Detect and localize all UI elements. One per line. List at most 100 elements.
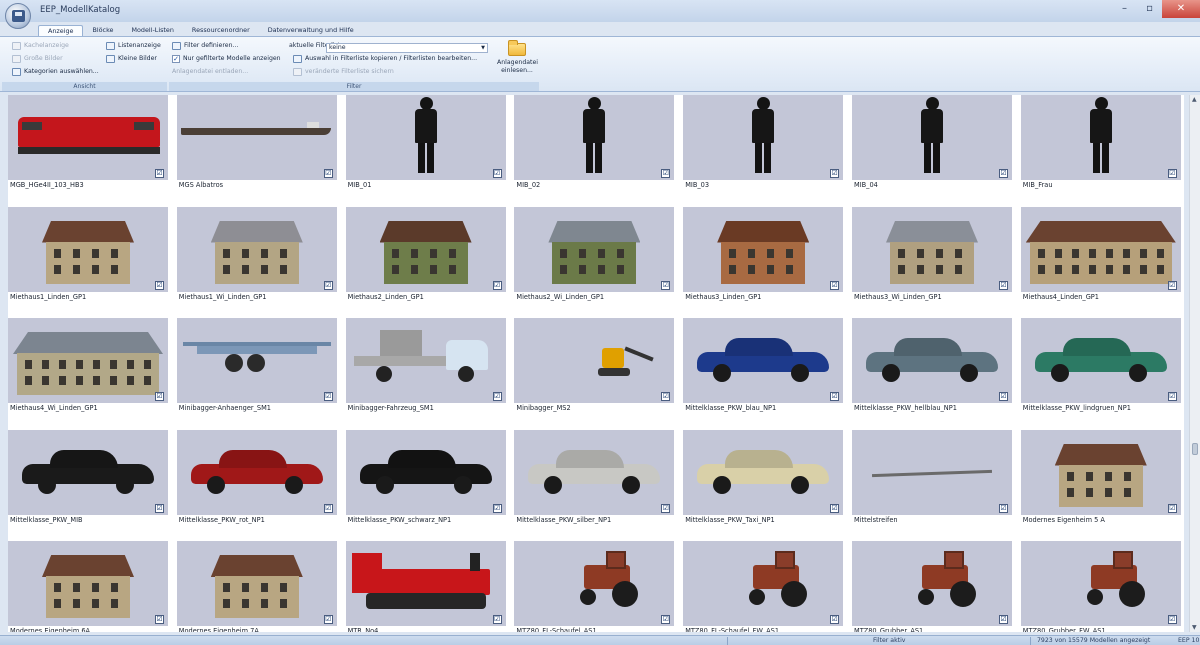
model-tile[interactable]: ☑ Minibagger-Fahrzeug_SM1 bbox=[345, 318, 506, 431]
model-tile[interactable]: ☑ MGB_HGe4II_103_HB3 bbox=[8, 95, 168, 208]
tile-checkbox[interactable]: ☑ bbox=[661, 615, 671, 624]
restore-button[interactable]: ▫ bbox=[1137, 0, 1162, 18]
tile-checkbox[interactable]: ☑ bbox=[323, 392, 333, 401]
model-tile[interactable]: ☑ Modernes Eigenheim 6A bbox=[8, 541, 168, 632]
tile-checkbox[interactable]: ☑ bbox=[661, 169, 671, 178]
application-menu-button[interactable] bbox=[5, 3, 31, 29]
model-tile[interactable]: ☑ Miethaus4_Wi_Linden_GP1 bbox=[8, 318, 168, 431]
model-tile[interactable]: ☑ Mittelklasse_PKW_Taxi_NP1 bbox=[683, 429, 844, 543]
grosse-bilder-button[interactable]: Große Bilder bbox=[12, 54, 63, 64]
tab-modell-listen[interactable]: Modell-Listen bbox=[122, 25, 182, 36]
tile-checkbox[interactable]: ☑ bbox=[830, 280, 840, 290]
model-tile[interactable]: ☑ MTZ80_Grubber_AS1 bbox=[852, 541, 1012, 632]
tile-checkbox[interactable]: ☑ bbox=[999, 392, 1008, 401]
filterliste-select[interactable]: keine ▼ bbox=[326, 43, 488, 53]
tile-checkbox[interactable]: ☑ bbox=[661, 280, 671, 290]
model-thumbnail bbox=[176, 318, 337, 403]
tile-checkbox[interactable]: ☑ bbox=[155, 169, 164, 178]
model-tile[interactable]: ☑ MIB_01 bbox=[345, 95, 506, 208]
model-tile[interactable]: ☑ MTZ80_FL-Schaufel_FW_AS1 bbox=[683, 541, 844, 632]
tile-checkbox[interactable]: ☑ bbox=[661, 503, 671, 513]
model-name: MGS Albatros bbox=[178, 181, 224, 189]
minimize-button[interactable]: – bbox=[1112, 0, 1137, 18]
auswahl-kopieren-button[interactable]: Auswahl in Filterliste kopieren / Filter… bbox=[293, 54, 477, 64]
tile-checkbox[interactable]: ☑ bbox=[492, 503, 502, 513]
tile-checkbox[interactable]: ☑ bbox=[999, 280, 1008, 290]
model-tile[interactable]: ☑ Miethaus1_Linden_GP1 bbox=[8, 206, 168, 320]
tile-checkbox[interactable]: ☑ bbox=[830, 615, 840, 624]
kachelanzeige-button[interactable]: Kachelanzeige bbox=[12, 41, 69, 51]
tile-checkbox[interactable]: ☑ bbox=[999, 503, 1008, 513]
tile-checkbox[interactable]: ☑ bbox=[999, 615, 1008, 624]
filter-definieren-button[interactable]: Filter definieren... bbox=[172, 41, 238, 51]
anlagendatei-entladen-button[interactable]: Anlagendatei entladen... bbox=[172, 67, 248, 77]
scroll-down-icon[interactable]: ▼ bbox=[1192, 624, 1197, 631]
tile-checkbox[interactable]: ☑ bbox=[155, 615, 164, 624]
model-tile[interactable]: ☑ Modernes Eigenheim 5 A bbox=[1020, 429, 1181, 543]
model-tile[interactable]: ☑ MIB_04 bbox=[852, 95, 1012, 208]
kleine-bilder-button[interactable]: Kleine Bilder bbox=[106, 54, 157, 64]
model-tile[interactable]: ☑ MIB_02 bbox=[514, 95, 675, 208]
tile-checkbox[interactable]: ☑ bbox=[323, 169, 333, 178]
tile-checkbox[interactable]: ☑ bbox=[830, 392, 840, 401]
kategorien-button[interactable]: Kategorien auswählen... bbox=[12, 67, 99, 77]
model-name: Miethaus4_Linden_GP1 bbox=[1022, 292, 1099, 301]
filterliste-sichern-button[interactable]: veränderte Filterliste sichern bbox=[293, 67, 394, 77]
tile-checkbox[interactable]: ☑ bbox=[999, 169, 1008, 178]
model-tile[interactable]: ☑ Mittelklasse_PKW_lindgruen_NP1 bbox=[1020, 318, 1181, 431]
tile-checkbox[interactable]: ☑ bbox=[1167, 392, 1177, 401]
tile-checkbox[interactable]: ☑ bbox=[830, 503, 840, 513]
vertical-scrollbar[interactable]: ▲ ▼ bbox=[1189, 95, 1200, 632]
tile-checkbox[interactable]: ☑ bbox=[155, 392, 164, 401]
model-tile[interactable]: ☑ Mittelklasse_PKW_schwarz_NP1 bbox=[345, 429, 506, 543]
model-tile[interactable]: ☑ Miethaus2_Linden_GP1 bbox=[345, 206, 506, 320]
model-thumbnail bbox=[1020, 95, 1181, 180]
tile-checkbox[interactable]: ☑ bbox=[323, 503, 333, 513]
nur-gefilterte-checkbox[interactable]: ✓ Nur gefilterte Modelle anzeigen bbox=[172, 54, 281, 64]
tile-checkbox[interactable]: ☑ bbox=[155, 280, 164, 290]
model-tile[interactable]: ☑ Minibagger_MS2 bbox=[514, 318, 675, 431]
kachelanzeige-label: Kachelanzeige bbox=[24, 42, 69, 49]
listenanzeige-button[interactable]: Listenanzeige bbox=[106, 41, 161, 51]
tile-checkbox[interactable]: ☑ bbox=[661, 392, 671, 401]
close-button[interactable]: ✕ bbox=[1162, 0, 1200, 18]
model-tile[interactable]: ☑ Mittelklasse_PKW_blau_NP1 bbox=[683, 318, 844, 431]
model-tile[interactable]: ☑ MTZ80_FL-Schaufel_AS1 bbox=[514, 541, 675, 632]
tab-ressourcenordner[interactable]: Ressourcenordner bbox=[183, 25, 259, 36]
model-tile[interactable]: ☑ Miethaus1_Wi_Linden_GP1 bbox=[176, 206, 337, 320]
tab-bloecke[interactable]: Blöcke bbox=[83, 25, 122, 36]
tile-checkbox[interactable]: ☑ bbox=[830, 169, 840, 178]
model-tile[interactable]: ☑ Mittelklasse_PKW_rot_NP1 bbox=[176, 429, 337, 543]
model-tile[interactable]: ☑ Miethaus2_Wi_Linden_GP1 bbox=[514, 206, 675, 320]
model-tile[interactable]: ☑ Miethaus4_Linden_GP1 bbox=[1020, 206, 1181, 320]
model-tile[interactable]: ☑ Mittelklasse_PKW_hellblau_NP1 bbox=[852, 318, 1012, 431]
model-tile[interactable]: ☑ Modernes Eigenheim 7A bbox=[176, 541, 337, 632]
tile-checkbox[interactable]: ☑ bbox=[1167, 280, 1177, 290]
model-tile[interactable]: ☑ MTZ80_Grubber_FW_AS1 bbox=[1020, 541, 1181, 632]
scroll-up-icon[interactable]: ▲ bbox=[1192, 96, 1197, 103]
model-tile[interactable]: ☑ Mittelklasse_PKW_MIB bbox=[8, 429, 168, 543]
model-tile[interactable]: ☑ Mittelklasse_PKW_silber_NP1 bbox=[514, 429, 675, 543]
tile-checkbox[interactable]: ☑ bbox=[492, 169, 502, 178]
model-tile[interactable]: ☑ Minibagger-Anhaenger_SM1 bbox=[176, 318, 337, 431]
model-tile[interactable]: ☑ MGS Albatros bbox=[176, 95, 337, 208]
tile-checkbox[interactable]: ☑ bbox=[323, 615, 333, 624]
model-tile[interactable]: ☑ Miethaus3_Linden_GP1 bbox=[683, 206, 844, 320]
tile-checkbox[interactable]: ☑ bbox=[1167, 615, 1177, 624]
tile-checkbox[interactable]: ☑ bbox=[1167, 169, 1177, 178]
anlagendatei-einlesen-button[interactable]: Anlagendatei einlesen... bbox=[497, 40, 538, 83]
tile-checkbox[interactable]: ☑ bbox=[323, 280, 333, 290]
tile-checkbox[interactable]: ☑ bbox=[492, 615, 502, 624]
tile-checkbox[interactable]: ☑ bbox=[1167, 503, 1177, 513]
model-tile[interactable]: ☑ MIB_03 bbox=[683, 95, 844, 208]
tile-checkbox[interactable]: ☑ bbox=[492, 280, 502, 290]
model-tile[interactable]: ☑ MTR_No4 bbox=[345, 541, 506, 632]
scrollbar-thumb[interactable] bbox=[1192, 443, 1198, 455]
tile-checkbox[interactable]: ☑ bbox=[492, 392, 502, 401]
tile-checkbox[interactable]: ☑ bbox=[155, 503, 164, 513]
model-tile[interactable]: ☑ Miethaus3_Wi_Linden_GP1 bbox=[852, 206, 1012, 320]
tab-anzeige[interactable]: Anzeige bbox=[38, 25, 84, 36]
model-tile[interactable]: ☑ MIB_Frau bbox=[1020, 95, 1181, 208]
tab-datenverwaltung[interactable]: Datenverwaltung und Hilfe bbox=[259, 25, 363, 36]
model-tile[interactable]: ☑ Mittelstreifen bbox=[852, 429, 1012, 543]
